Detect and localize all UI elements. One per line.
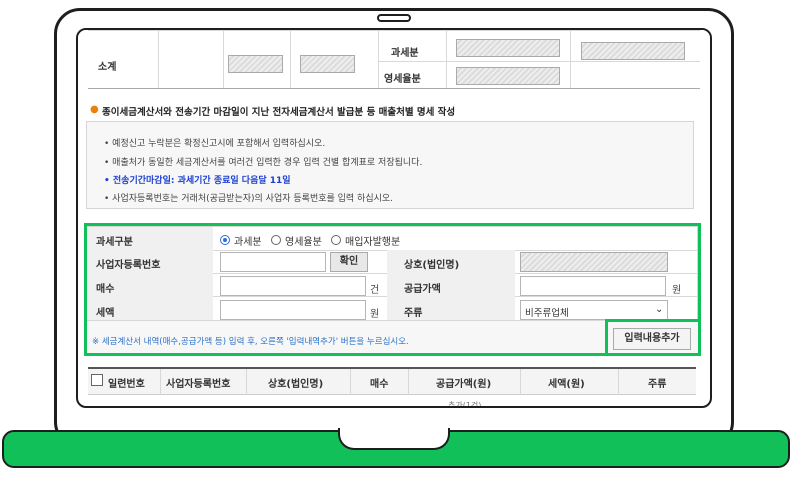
subtotal-label: 소계 <box>98 62 117 73</box>
section-bullet-icon: ● <box>90 104 99 115</box>
subtotal-count-field <box>228 55 283 73</box>
section-title: 종이세금계산서와 전송기간 마감일이 지난 전자세금계산서 발급분 등 매출처별… <box>102 107 456 118</box>
taxable-label: 과세분 <box>391 48 419 59</box>
zero-rate-label: 영세율분 <box>384 74 421 85</box>
col-header: 상호(법인명) <box>268 379 324 390</box>
note-text: 매출처가 동일한 세금계산서를 여러건 입력한 경우 입력 건별 합계표로 저장… <box>112 158 423 168</box>
note-item: • 사업자등록번호는 거래처(공급받는자)의 사업자 등록번호를 입력 하십시오… <box>104 194 394 204</box>
laptop-notch <box>338 428 450 450</box>
select-all-checkbox[interactable] <box>91 374 103 386</box>
col-header: 사업자등록번호 <box>166 379 231 390</box>
add-button-highlight <box>605 319 701 356</box>
col-header: 세액(원) <box>548 379 585 390</box>
taxable-total-field <box>456 39 560 57</box>
note-item: • 예정신고 누락분은 확정신고시에 포함해서 입력하십시오. <box>104 139 326 149</box>
screen: 소계 과세분 영세율분 ● 종이세금계산서와 전송기간 마감일이 지난 전자세금… <box>76 28 712 408</box>
subtotal-amount-field <box>300 55 355 73</box>
col-header: 주류 <box>648 379 667 390</box>
note-text: 예정신고 누락분은 확정신고시에 포함해서 입력하십시오. <box>112 139 326 149</box>
camera-icon <box>377 14 411 22</box>
note-item: • 매출처가 동일한 세금계산서를 여러건 입력한 경우 입력 건별 합계표로 … <box>104 158 423 168</box>
col-header: 공급가액(원) <box>436 379 492 390</box>
note-text: 사업자등록번호는 거래처(공급받는자)의 사업자 등록번호를 입력 하십시오. <box>112 194 394 204</box>
zero-rate-total-field <box>456 67 560 85</box>
partial-row-text: 추가(1건) <box>448 401 482 408</box>
col-header: 매수 <box>370 379 389 390</box>
note-deadline: • 전송기간마감일: 과세기간 종료일 다음달 11일 <box>104 176 291 186</box>
note-text: 전송기간마감일: 과세기간 종료일 다음달 11일 <box>112 176 291 186</box>
tax-total-field <box>581 42 685 60</box>
col-header: 일련번호 <box>108 379 145 390</box>
